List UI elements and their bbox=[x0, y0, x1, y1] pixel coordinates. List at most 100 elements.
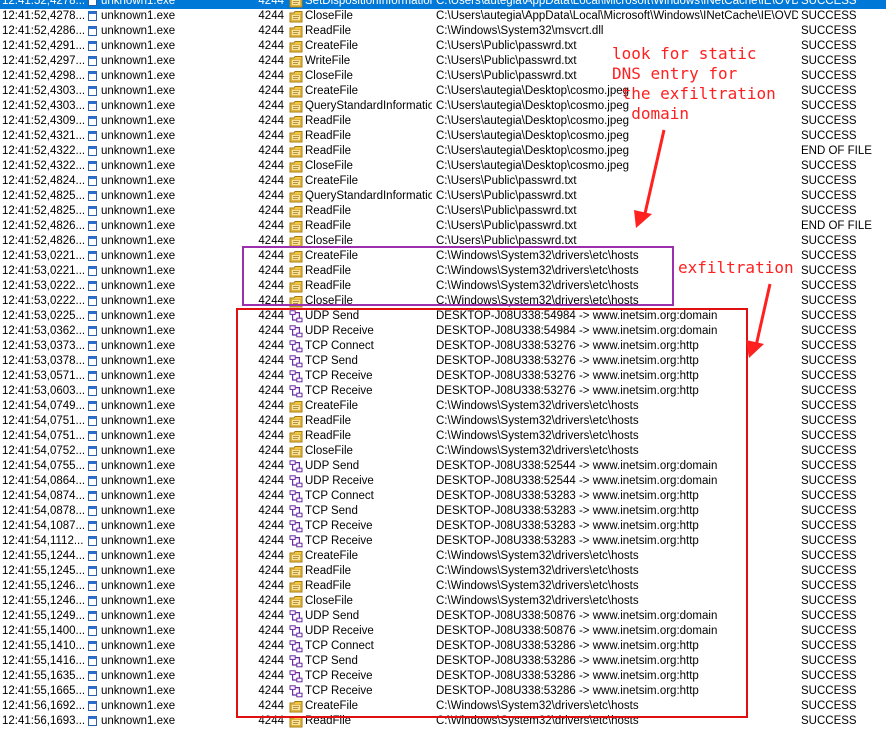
time-cell: 12:41:55,1246... bbox=[2, 580, 86, 592]
event-row[interactable]: 12:41:54,0751... unknown1.exe 4244 ReadFile… bbox=[0, 429, 886, 444]
process-icon bbox=[88, 41, 97, 51]
operation-cell: CloseFile bbox=[288, 234, 432, 249]
process-name: unknown1.exe bbox=[101, 490, 176, 502]
path-cell: DESKTOP-J08U338:53276 -> www.inetsim.org… bbox=[436, 340, 699, 352]
event-row[interactable]: 12:41:52,4825... unknown1.exe 4244 QuerySta… bbox=[0, 189, 886, 204]
path-cell: C:\Users\Public\passwrd.txt bbox=[436, 220, 577, 232]
operation-cell: TCP Connect bbox=[288, 639, 432, 654]
path-cell: C:\Windows\System32\drivers\etc\hosts bbox=[436, 565, 639, 577]
process-cell: unknown1.exe bbox=[88, 324, 248, 339]
process-name: unknown1.exe bbox=[101, 715, 176, 727]
event-row[interactable]: 12:41:54,0752... unknown1.exe 4244 CloseFil… bbox=[0, 444, 886, 459]
pid-cell: 4244 bbox=[258, 415, 284, 427]
event-row[interactable]: 12:41:55,1246... unknown1.exe 4244 ReadFile… bbox=[0, 579, 886, 594]
path-cell: DESKTOP-J08U338:50876 -> www.inetsim.org… bbox=[436, 625, 718, 637]
pid-cell: 4244 bbox=[258, 445, 284, 457]
event-row[interactable]: 12:41:52,4286... unknown1.exe 4244 ReadFile… bbox=[0, 24, 886, 39]
event-row[interactable]: 12:41:52,4826... unknown1.exe 4244 CloseFil… bbox=[0, 234, 886, 249]
operation-cell: QueryStandardInformatio... bbox=[288, 99, 432, 114]
event-row[interactable]: 12:41:53,0571... unknown1.exe 4244 TCP Rece… bbox=[0, 369, 886, 384]
result-cell: SUCCESS bbox=[801, 0, 857, 7]
process-name: unknown1.exe bbox=[101, 85, 176, 97]
operation-name: CloseFile bbox=[305, 70, 353, 82]
event-row[interactable]: 12:41:56,1692... unknown1.exe 4244 CreateFi… bbox=[0, 699, 886, 714]
event-row[interactable]: 12:41:53,0373... unknown1.exe 4244 TCP Conn… bbox=[0, 339, 886, 354]
process-name: unknown1.exe bbox=[101, 580, 176, 592]
event-row[interactable]: 12:41:53,0378... unknown1.exe 4244 TCP Send… bbox=[0, 354, 886, 369]
pid-cell: 4244 bbox=[258, 685, 284, 697]
network-icon bbox=[289, 535, 303, 548]
event-row[interactable]: 12:41:52,4278... unknown1.exe 4244 CloseFil… bbox=[0, 9, 886, 24]
time-cell: 12:41:52,4303... bbox=[2, 100, 86, 112]
operation-cell: TCP Connect bbox=[288, 489, 432, 504]
event-row[interactable]: 12:41:52,4824... unknown1.exe 4244 CreateFi… bbox=[0, 174, 886, 189]
process-cell: unknown1.exe bbox=[88, 399, 248, 414]
pid-cell: 4244 bbox=[258, 85, 284, 97]
operation-cell: ReadFile bbox=[288, 204, 432, 219]
process-cell: unknown1.exe bbox=[88, 114, 248, 129]
process-cell: unknown1.exe bbox=[88, 504, 248, 519]
time-cell: 12:41:52,4298... bbox=[2, 70, 86, 82]
process-name: unknown1.exe bbox=[101, 130, 176, 142]
event-row[interactable]: 12:41:54,0749... unknown1.exe 4244 CreateFi… bbox=[0, 399, 886, 414]
process-cell: unknown1.exe bbox=[88, 624, 248, 639]
time-cell: 12:41:53,0373... bbox=[2, 340, 86, 352]
event-row[interactable]: 12:41:56,1693... unknown1.exe 4244 ReadFile… bbox=[0, 714, 886, 729]
event-row[interactable]: 12:41:55,1416... unknown1.exe 4244 TCP Send… bbox=[0, 654, 886, 669]
event-row[interactable]: 12:41:53,0222... unknown1.exe 4244 ReadFile… bbox=[0, 279, 886, 294]
file-icon bbox=[289, 100, 303, 113]
event-row[interactable]: 12:41:55,1410... unknown1.exe 4244 TCP Conn… bbox=[0, 639, 886, 654]
time-cell: 12:41:55,1244... bbox=[2, 550, 86, 562]
event-row[interactable]: 12:41:55,1246... unknown1.exe 4244 CloseFil… bbox=[0, 594, 886, 609]
event-row[interactable]: 12:41:52,4826... unknown1.exe 4244 ReadFile… bbox=[0, 219, 886, 234]
file-icon bbox=[289, 145, 303, 158]
event-row[interactable]: 12:41:55,1245... unknown1.exe 4244 ReadFile… bbox=[0, 564, 886, 579]
process-cell: unknown1.exe bbox=[88, 654, 248, 669]
file-icon bbox=[289, 445, 303, 458]
event-row[interactable]: 12:41:54,1112... unknown1.exe 4244 TCP Rece… bbox=[0, 534, 886, 549]
event-row[interactable]: 12:41:55,1249... unknown1.exe 4244 UDP Send… bbox=[0, 609, 886, 624]
event-row[interactable]: 12:41:54,0755... unknown1.exe 4244 UDP Send… bbox=[0, 459, 886, 474]
event-row[interactable]: 12:41:52,4322... unknown1.exe 4244 ReadFile… bbox=[0, 144, 886, 159]
event-row[interactable]: 12:41:54,0751... unknown1.exe 4244 ReadFile… bbox=[0, 414, 886, 429]
process-name: unknown1.exe bbox=[101, 565, 176, 577]
event-row[interactable]: 12:41:55,1244... unknown1.exe 4244 CreateFi… bbox=[0, 549, 886, 564]
result-cell: SUCCESS bbox=[801, 580, 857, 592]
process-name: unknown1.exe bbox=[101, 400, 176, 412]
pid-cell: 4244 bbox=[258, 40, 284, 52]
event-row[interactable]: 12:41:52,4825... unknown1.exe 4244 ReadFile… bbox=[0, 204, 886, 219]
event-row[interactable]: 12:41:54,1087... unknown1.exe 4244 TCP Rece… bbox=[0, 519, 886, 534]
pid-cell: 4244 bbox=[258, 460, 284, 472]
event-row[interactable]: 12:41:53,0603... unknown1.exe 4244 TCP Rece… bbox=[0, 384, 886, 399]
path-cell: DESKTOP-J08U338:52544 -> www.inetsim.org… bbox=[436, 460, 718, 472]
network-icon bbox=[289, 340, 303, 353]
event-row[interactable]: 12:41:53,0222... unknown1.exe 4244 CloseFil… bbox=[0, 294, 886, 309]
process-name: unknown1.exe bbox=[101, 40, 176, 52]
event-row[interactable]: 12:41:54,0874... unknown1.exe 4244 TCP Conn… bbox=[0, 489, 886, 504]
event-row[interactable]: 12:41:54,0878... unknown1.exe 4244 TCP Send… bbox=[0, 504, 886, 519]
event-row[interactable]: 12:41:52,4278... unknown1.exe 4244 SetDispo… bbox=[0, 0, 886, 9]
event-row[interactable]: 12:41:53,0362... unknown1.exe 4244 UDP Rece… bbox=[0, 324, 886, 339]
process-name: unknown1.exe bbox=[101, 295, 176, 307]
network-icon bbox=[289, 640, 303, 653]
time-cell: 12:41:54,0755... bbox=[2, 460, 86, 472]
process-cell: unknown1.exe bbox=[88, 264, 248, 279]
event-row[interactable]: 12:41:55,1635... unknown1.exe 4244 TCP Rece… bbox=[0, 669, 886, 684]
time-cell: 12:41:52,4303... bbox=[2, 85, 86, 97]
event-row[interactable]: 12:41:55,1665... unknown1.exe 4244 TCP Rece… bbox=[0, 684, 886, 699]
operation-cell: ReadFile bbox=[288, 414, 432, 429]
event-row[interactable]: 12:41:52,4322... unknown1.exe 4244 CloseFil… bbox=[0, 159, 886, 174]
path-cell: DESKTOP-J08U338:53283 -> www.inetsim.org… bbox=[436, 520, 699, 532]
file-icon bbox=[289, 415, 303, 428]
operation-cell: CloseFile bbox=[288, 294, 432, 309]
event-row[interactable]: 12:41:55,1400... unknown1.exe 4244 UDP Rece… bbox=[0, 624, 886, 639]
event-row[interactable]: 12:41:53,0225... unknown1.exe 4244 UDP Send… bbox=[0, 309, 886, 324]
pid-cell: 4244 bbox=[258, 55, 284, 67]
process-icon bbox=[88, 431, 97, 441]
event-row[interactable]: 12:41:54,0864... unknown1.exe 4244 UDP Rece… bbox=[0, 474, 886, 489]
operation-name: QueryStandardInformatio... bbox=[305, 190, 432, 202]
process-name: unknown1.exe bbox=[101, 310, 176, 322]
time-cell: 12:41:55,1635... bbox=[2, 670, 86, 682]
event-row[interactable]: 12:41:52,4321... unknown1.exe 4244 ReadFile… bbox=[0, 129, 886, 144]
result-cell: SUCCESS bbox=[801, 70, 857, 82]
